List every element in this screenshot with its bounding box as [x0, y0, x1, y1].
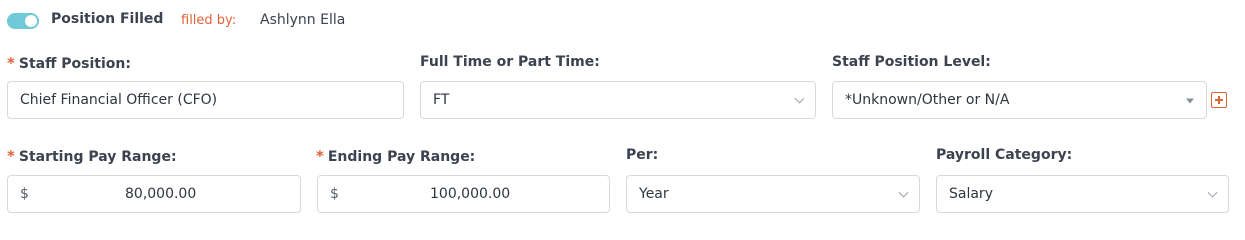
staff-position-level-select[interactable]: *Unknown/Other or N/A: [832, 81, 1207, 119]
required-marker: *: [7, 54, 15, 72]
per-label: Per:: [626, 147, 659, 163]
chevron-down-icon: [1207, 187, 1218, 198]
starting-pay-input[interactable]: $ 80,000.00: [7, 175, 301, 213]
add-position-level-button[interactable]: [1211, 92, 1227, 108]
ending-pay-value: 100,000.00: [430, 186, 511, 202]
staff-position-input[interactable]: Chief Financial Officer (CFO): [7, 81, 404, 119]
required-marker: *: [7, 147, 15, 165]
payroll-category-select[interactable]: Salary: [936, 175, 1229, 213]
chevron-down-icon: [898, 187, 909, 198]
chevron-down-icon: [794, 93, 805, 104]
currency-symbol: $: [330, 186, 339, 202]
starting-pay-value: 80,000.00: [125, 186, 197, 202]
per-value: Year: [639, 186, 669, 202]
currency-symbol: $: [20, 186, 29, 202]
full-part-time-label: Full Time or Part Time:: [420, 54, 600, 70]
caret-down-icon: [1186, 98, 1194, 104]
full-part-time-value: FT: [433, 92, 450, 108]
starting-pay-label: * Starting Pay Range:: [7, 147, 177, 165]
filled-by-label: filled by:: [181, 13, 237, 28]
ending-pay-label: * Ending Pay Range:: [316, 147, 476, 165]
staff-position-level-label: Staff Position Level:: [832, 54, 991, 70]
staff-position-level-value: *Unknown/Other or N/A: [845, 92, 1010, 108]
payroll-category-label: Payroll Category:: [936, 147, 1073, 163]
toggle-knob: [25, 15, 37, 27]
position-filled-label: Position Filled: [51, 11, 164, 27]
per-select[interactable]: Year: [626, 175, 920, 213]
staff-position-label: * Staff Position:: [7, 54, 131, 72]
position-form: Position Filled filled by: Ashlynn Ella …: [0, 0, 1245, 213]
position-filled-toggle[interactable]: [7, 13, 39, 29]
staff-position-value: Chief Financial Officer (CFO): [20, 92, 218, 108]
full-part-time-select[interactable]: FT: [420, 81, 816, 119]
filled-by-name: Ashlynn Ella: [260, 12, 346, 28]
ending-pay-input[interactable]: $ 100,000.00: [317, 175, 610, 213]
payroll-category-value: Salary: [949, 186, 993, 202]
required-marker: *: [316, 147, 324, 165]
